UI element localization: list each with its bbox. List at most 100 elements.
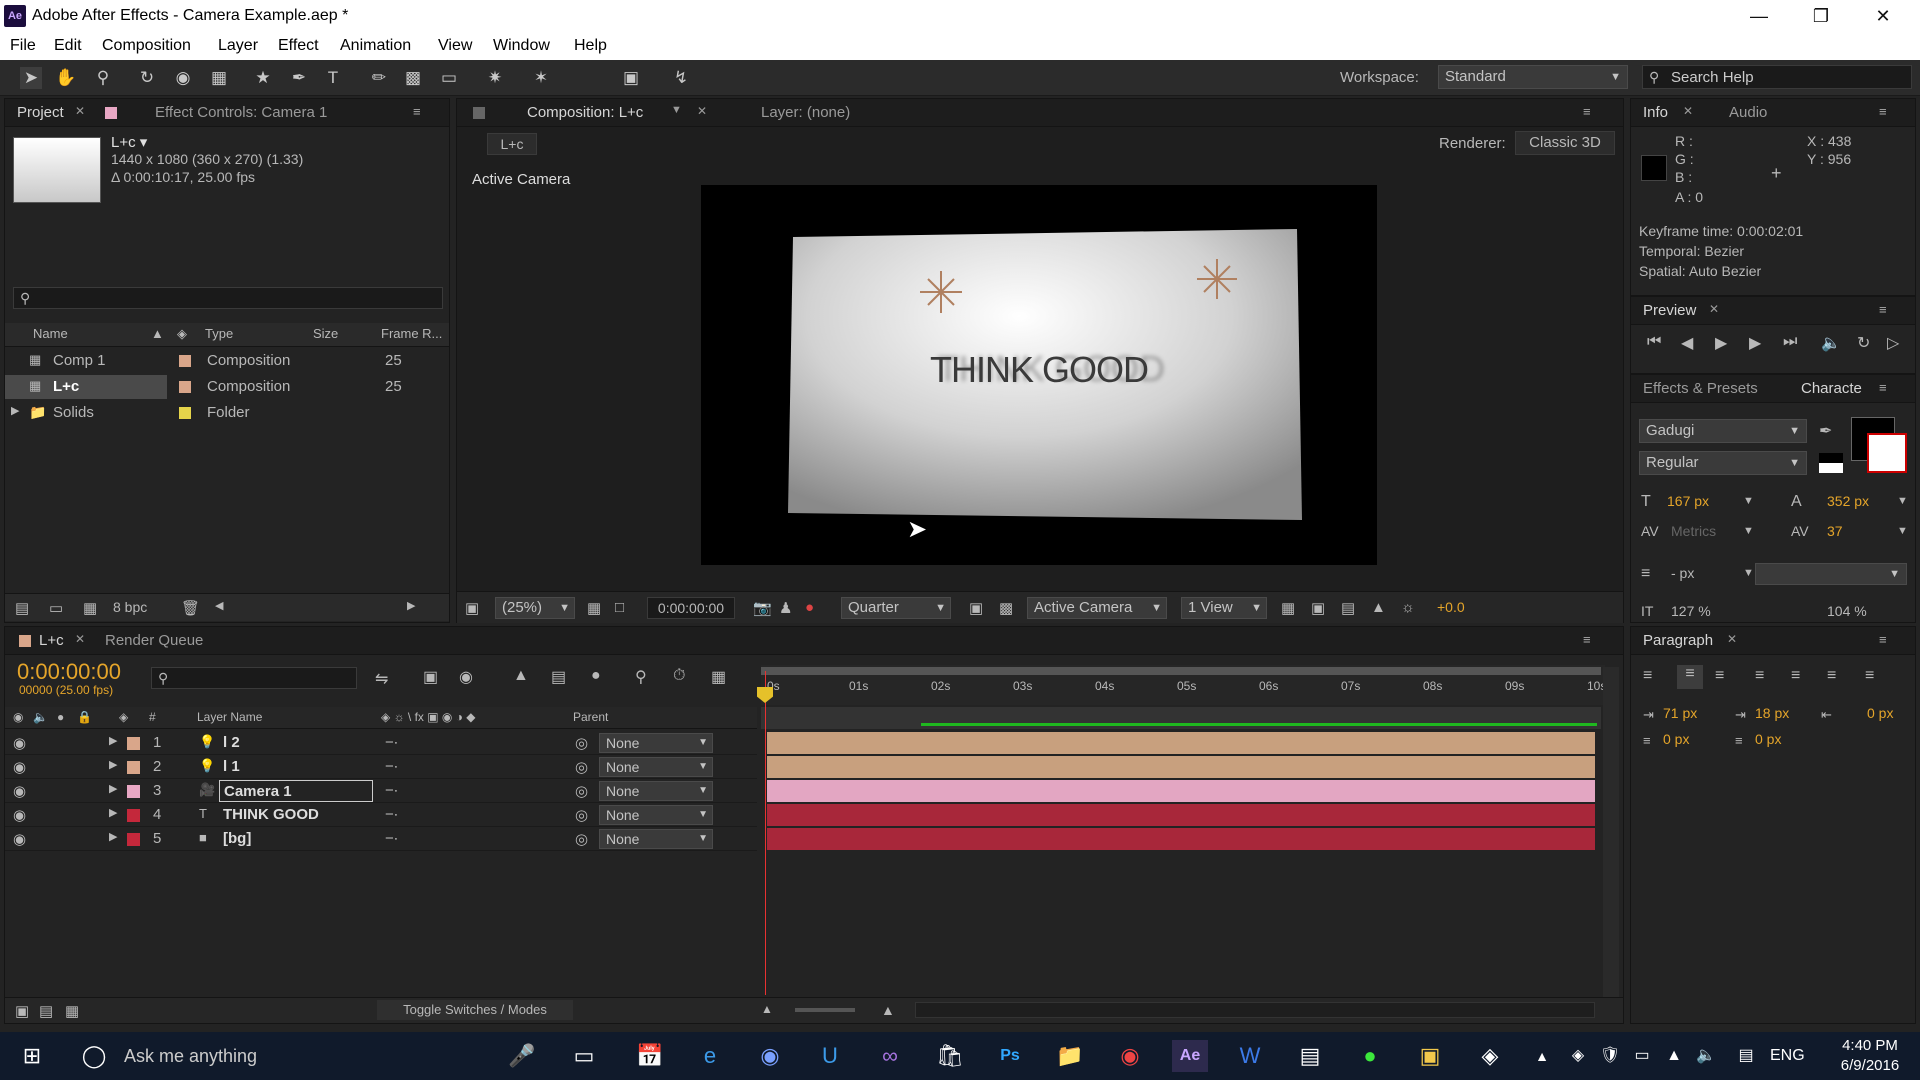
- word-icon[interactable]: W: [1232, 1040, 1268, 1072]
- font-family-select[interactable]: Gadugi ▼: [1639, 419, 1807, 443]
- tab-audio[interactable]: Audio: [1729, 104, 1767, 121]
- tab-character[interactable]: Characte: [1801, 380, 1862, 397]
- comp-breadcrumb[interactable]: L+c: [487, 133, 537, 155]
- brush-tool-icon[interactable]: ✏: [368, 67, 390, 89]
- font-size-value[interactable]: 167 px: [1667, 493, 1709, 509]
- photoshop-icon[interactable]: Ps: [992, 1040, 1028, 1072]
- close-icon[interactable]: ✕: [1683, 104, 1693, 118]
- ram-preview-icon[interactable]: ▷: [1887, 333, 1899, 353]
- timeline-search-input[interactable]: ⚲: [151, 667, 357, 689]
- lock-icon[interactable]: [473, 107, 485, 119]
- new-comp-icon[interactable]: ▦: [83, 599, 97, 617]
- column-name[interactable]: Name: [33, 326, 68, 341]
- tab-composition[interactable]: Composition: L+c: [527, 104, 643, 121]
- chevron-down-icon[interactable]: ▼: [671, 104, 682, 116]
- layer-name[interactable]: THINK GOOD: [219, 804, 373, 826]
- motion-sketch-icon[interactable]: ↯: [670, 67, 692, 89]
- menu-effect[interactable]: Effect: [278, 37, 319, 55]
- eclipse-icon[interactable]: ◉: [752, 1040, 788, 1072]
- layer-row[interactable]: ◉ ▶ 4 T THINK GOOD −∙ ◎ None ▼: [5, 803, 757, 827]
- layer-duration-bar[interactable]: [767, 780, 1595, 802]
- timeline-horizontal-scrollbar[interactable]: [915, 1002, 1595, 1018]
- store-icon[interactable]: 🛍: [932, 1040, 968, 1072]
- cortana-icon[interactable]: ◯: [76, 1040, 112, 1072]
- calendar-app-icon[interactable]: 📅: [632, 1040, 668, 1072]
- region-of-interest-icon[interactable]: ▣: [969, 599, 983, 617]
- tab-timeline-comp[interactable]: L+c: [39, 632, 64, 649]
- leading-value[interactable]: 352 px: [1827, 493, 1869, 509]
- clock-time[interactable]: 4:40 PM: [1830, 1037, 1910, 1054]
- close-icon[interactable]: ✕: [1852, 0, 1914, 32]
- stroke-style-select[interactable]: ▼: [1755, 563, 1907, 585]
- panel-menu-icon[interactable]: ≡: [1879, 632, 1887, 647]
- expand-arrow-icon[interactable]: ▶: [109, 782, 117, 795]
- file-explorer-icon[interactable]: 📁: [1052, 1040, 1088, 1072]
- after-effects-taskbar-icon[interactable]: Ae: [1172, 1040, 1208, 1072]
- first-frame-icon[interactable]: ⏮: [1647, 333, 1661, 351]
- bit-depth-label[interactable]: 8 bpc: [113, 599, 147, 615]
- column-type[interactable]: Type: [205, 326, 233, 341]
- close-icon[interactable]: ✕: [75, 104, 85, 118]
- toggle-pixel-aspect-icon[interactable]: ▦: [1281, 599, 1295, 617]
- project-search-input[interactable]: ⚲: [13, 287, 443, 309]
- timeline-vertical-scrollbar[interactable]: [1603, 667, 1619, 997]
- layer-row[interactable]: ◉ ▶ 2 💡 l 1 −∙ ◎ None ▼: [5, 755, 757, 779]
- shy-switch-icon[interactable]: −∙: [385, 806, 398, 823]
- fast-previews-icon[interactable]: ▣: [1311, 599, 1325, 617]
- tab-layer[interactable]: Layer: (none): [761, 104, 850, 121]
- show-snapshot-icon[interactable]: ♟: [779, 599, 792, 617]
- motion-blur-icon[interactable]: ▤: [551, 667, 566, 687]
- zoom-tool-icon[interactable]: ⚲: [92, 67, 114, 89]
- new-folder-icon[interactable]: ▭: [49, 599, 63, 617]
- project-item-solids[interactable]: ▶ 📁 Solids Folder: [5, 401, 425, 425]
- label-color-swatch[interactable]: [127, 737, 140, 750]
- dropbox-icon[interactable]: ◈: [1560, 1040, 1596, 1072]
- timer-icon[interactable]: ⏱: [673, 667, 685, 685]
- layer-duration-bar[interactable]: [767, 804, 1595, 826]
- interpret-footage-icon[interactable]: ▤: [15, 599, 29, 617]
- menu-layer[interactable]: Layer: [218, 37, 258, 55]
- unreal-icon[interactable]: U: [812, 1040, 848, 1072]
- layer-row[interactable]: ◉ ▶ 1 💡 l 2 −∙ ◎ None ▼: [5, 731, 757, 755]
- security-icon[interactable]: 🛡: [1592, 1040, 1628, 1072]
- tab-paragraph[interactable]: Paragraph: [1643, 632, 1713, 649]
- stroke-width-value[interactable]: - px: [1671, 565, 1694, 581]
- scroll-left-icon[interactable]: ◀: [215, 599, 223, 612]
- tab-info[interactable]: Info: [1643, 104, 1668, 121]
- project-item-comp1[interactable]: ▦ Comp 1 Composition 25: [5, 349, 425, 373]
- panel-menu-icon[interactable]: ≡: [1879, 302, 1887, 317]
- puppet-tool-icon[interactable]: ✶: [530, 67, 552, 89]
- expand-arrow-icon[interactable]: ▶: [109, 758, 117, 771]
- align-center-icon[interactable]: ≡: [1677, 665, 1703, 689]
- pick-whip-icon[interactable]: ◎: [575, 806, 588, 824]
- menu-file[interactable]: File: [10, 37, 36, 55]
- loop-icon[interactable]: ↻: [1857, 333, 1870, 353]
- layer-switches-icon[interactable]: ▣: [15, 1002, 29, 1020]
- column-frame-rate[interactable]: Frame R...: [381, 326, 442, 341]
- eye-icon[interactable]: ◉: [13, 830, 26, 848]
- vertical-scale-value[interactable]: 127 %: [1671, 603, 1711, 619]
- chrome-icon[interactable]: ◉: [1112, 1040, 1148, 1072]
- play-icon[interactable]: ▶: [1715, 333, 1727, 353]
- pick-whip-icon[interactable]: ◎: [575, 758, 588, 776]
- layer-row[interactable]: ◉ ▶ 5 ■ [bg] −∙ ◎ None ▼: [5, 827, 757, 851]
- camera-view-select[interactable]: Active Camera ▼: [1027, 597, 1167, 619]
- menu-edit[interactable]: Edit: [54, 37, 82, 55]
- zoom-out-icon[interactable]: ▲: [761, 1002, 773, 1016]
- taskbar-search[interactable]: Ask me anything: [124, 1046, 257, 1067]
- current-time-indicator[interactable]: [765, 671, 766, 995]
- clone-stamp-tool-icon[interactable]: ▩: [402, 67, 424, 89]
- chevron-down-icon[interactable]: ▼: [1897, 495, 1908, 507]
- parent-select[interactable]: None ▼: [599, 805, 713, 825]
- indent-first-value[interactable]: 18 px: [1755, 705, 1789, 721]
- type-tool-icon[interactable]: T: [322, 67, 344, 89]
- layer-duration-bar[interactable]: [767, 756, 1595, 778]
- action-center-icon[interactable]: ▤: [1728, 1040, 1764, 1072]
- justify-center-icon[interactable]: ≡: [1791, 667, 1800, 685]
- menu-animation[interactable]: Animation: [340, 37, 411, 55]
- time-ruler[interactable]: 0s 01s 02s 03s 04s 05s 06s 07s 08s 09s 10s: [761, 665, 1606, 705]
- justify-left-icon[interactable]: ≡: [1755, 667, 1764, 685]
- work-area-bar[interactable]: [761, 667, 1601, 675]
- expand-arrow-icon[interactable]: ▶: [109, 806, 117, 819]
- eye-icon[interactable]: ◉: [13, 758, 26, 776]
